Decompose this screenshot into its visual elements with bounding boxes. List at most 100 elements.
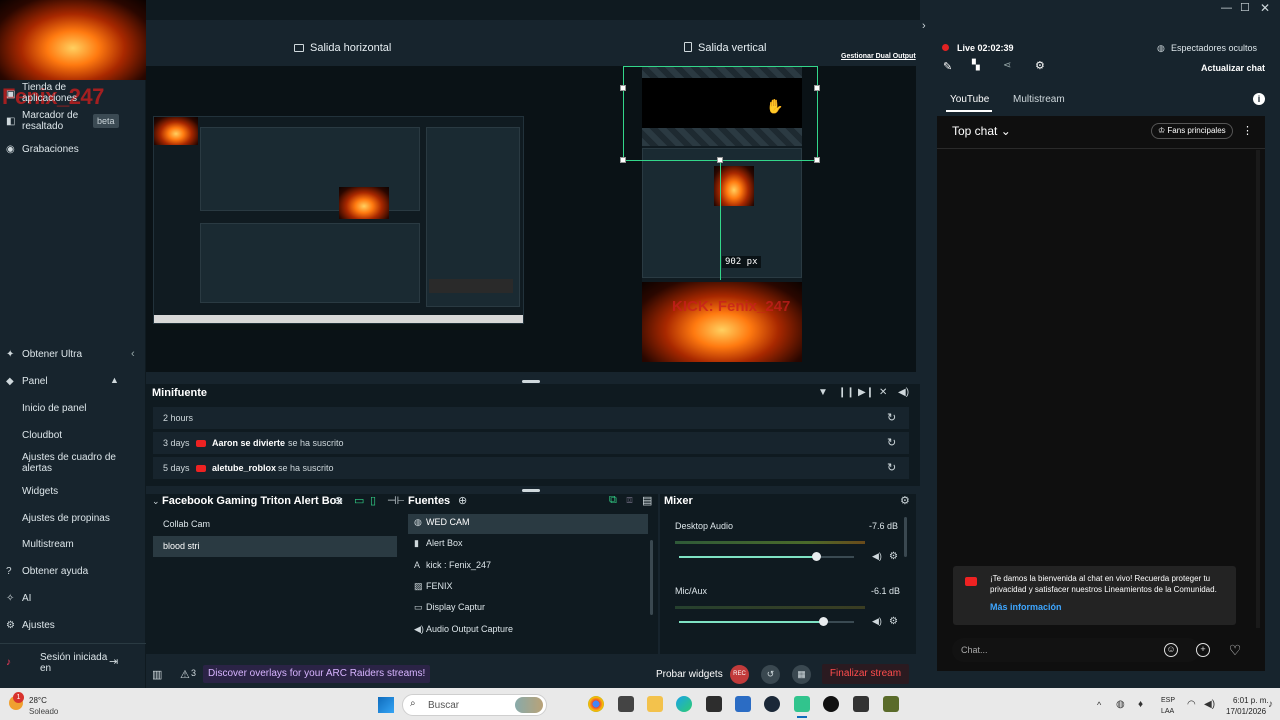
scene-collection-title[interactable]: Facebook Gaming Triton Alert Box — [162, 495, 343, 507]
chevron-right-icon[interactable]: › — [922, 20, 926, 32]
sidebar-subitem-multistream[interactable]: Multistream — [22, 539, 74, 550]
replay-buffer-button[interactable]: ↺ — [761, 665, 780, 684]
sidebar-item-get-ultra[interactable]: Obtener Ultra — [22, 349, 82, 360]
share-icon[interactable]: ⋖ — [1003, 60, 1011, 71]
language-indicator[interactable]: ESP — [1161, 697, 1175, 704]
chevron-down-icon[interactable]: ⌄ — [152, 496, 160, 507]
schedule-button[interactable]: ▦ — [792, 665, 811, 684]
end-stream-button[interactable]: Finalizar stream — [822, 664, 909, 684]
tab-multistream[interactable]: Multistream — [1013, 94, 1065, 105]
vertical-display-icon[interactable]: ▯ — [370, 494, 376, 507]
resize-handle[interactable] — [620, 85, 626, 91]
gear-icon[interactable]: ⚙ — [889, 616, 898, 627]
info-icon[interactable]: i — [1253, 93, 1265, 105]
source-item[interactable]: ▭ Display Captur — [414, 602, 485, 613]
app-icon[interactable] — [853, 696, 869, 712]
sidebar-item-help[interactable]: Obtener ayuda — [22, 566, 88, 577]
sidebar-subitem-cloudbot[interactable]: Cloudbot — [22, 430, 62, 441]
sidebar-item-panel[interactable]: Panel — [22, 376, 48, 387]
app-icon[interactable] — [618, 696, 634, 712]
steam-icon[interactable] — [764, 696, 780, 712]
chat-input[interactable]: Chat... — [952, 638, 1200, 662]
sidebar-item-highlighter[interactable]: Marcador de resaltado — [22, 110, 90, 132]
minimize-icon[interactable]: — — [1221, 2, 1232, 14]
gear-icon[interactable]: ⚙ — [900, 494, 910, 507]
vertical-output-label[interactable]: Salida vertical — [684, 42, 766, 54]
sidebar-subitem-alertbox[interactable]: Ajustes de cuadro de alertas — [22, 452, 122, 474]
add-scene-icon[interactable]: ⊕ — [334, 494, 343, 507]
warning-icon[interactable]: ⚠ — [180, 668, 190, 681]
filter-icon[interactable]: ▼ — [818, 387, 828, 398]
source-item[interactable]: ◍ WED CAM — [414, 517, 470, 528]
clock-time[interactable]: 6:01 p. m. — [1233, 696, 1269, 705]
replay-icon[interactable]: ↻ — [887, 411, 896, 424]
chat-scrollbar[interactable] — [1256, 150, 1260, 628]
record-button[interactable]: REC — [730, 665, 749, 684]
pause-icon[interactable]: ❙❙ — [838, 387, 855, 398]
top-fans-button[interactable]: ♔ Fans principales — [1151, 123, 1233, 139]
volume-slider-knob[interactable] — [819, 617, 828, 626]
chevron-up-icon[interactable]: ▲ — [110, 375, 119, 385]
test-widgets-label[interactable]: Probar widgets — [656, 669, 723, 680]
resize-handle[interactable] — [814, 157, 820, 163]
file-explorer-icon[interactable] — [647, 696, 663, 712]
close-icon[interactable]: ✕ — [1260, 1, 1270, 15]
source-item[interactable]: Akick : Fenix_247 — [414, 560, 491, 570]
pencil-icon[interactable]: ✎ — [943, 60, 952, 73]
source-item[interactable]: ◀) Audio Output Capture — [414, 624, 513, 635]
mute-alerts-icon[interactable]: ✕ — [879, 387, 887, 398]
emoji-icon[interactable]: ☺ — [1164, 643, 1178, 657]
hidden-viewers-label[interactable]: Espectadores ocultos — [1171, 43, 1257, 53]
streamlabs-icon[interactable] — [794, 696, 810, 712]
mixer-scrollbar[interactable] — [904, 517, 907, 557]
selection-box[interactable] — [623, 66, 818, 161]
volume-icon[interactable]: ◀) — [898, 387, 909, 398]
app-icon[interactable] — [735, 696, 751, 712]
splitter-handle[interactable] — [522, 489, 540, 492]
skip-icon[interactable]: ▶❙ — [858, 387, 874, 398]
horizontal-scene-preview[interactable] — [153, 116, 524, 324]
gear-icon[interactable]: ⚙ — [889, 551, 898, 562]
volume-icon[interactable]: ◀) — [1204, 699, 1215, 710]
windows-start-icon[interactable] — [378, 697, 394, 713]
add-source-icon[interactable]: ⊕ — [458, 494, 467, 507]
group-icon[interactable]: ⧈ — [626, 494, 633, 507]
sidebar-subitem-home[interactable]: Inicio de panel — [22, 403, 87, 414]
app-icon[interactable] — [823, 696, 839, 712]
source-item[interactable]: ▮ Alert Box — [414, 538, 463, 549]
maximize-icon[interactable]: ☐ — [1240, 1, 1250, 14]
splitter-handle[interactable] — [522, 380, 540, 383]
store-app-icon[interactable] — [706, 696, 722, 712]
chevron-up-icon[interactable]: ^ — [1097, 700, 1101, 710]
stats-icon[interactable]: ▥ — [152, 668, 162, 681]
horizontal-display-icon[interactable]: ▭ — [354, 494, 364, 507]
notifications-bell-icon[interactable]: ♪ — [1268, 699, 1273, 710]
sidebar-subitem-tips[interactable]: Ajustes de propinas — [22, 513, 110, 524]
discover-overlays-banner[interactable]: Discover overlays for your ARC Raiders s… — [203, 665, 431, 683]
sidebar-item-app-store[interactable]: Tienda de aplicaciones — [22, 82, 92, 104]
horizontal-output-label[interactable]: Salida horizontal — [294, 42, 391, 54]
source-selector-icon[interactable]: ⧉ — [609, 494, 617, 507]
resize-handle[interactable] — [814, 85, 820, 91]
keyboard-layout[interactable]: LAA — [1161, 708, 1174, 715]
mic-icon[interactable]: ♦ — [1138, 699, 1143, 710]
app-icon[interactable] — [883, 696, 899, 712]
refresh-chat-button[interactable]: Actualizar chat — [1201, 63, 1265, 73]
folder-icon[interactable]: ▤ — [642, 494, 652, 507]
collapse-sidebar-icon[interactable]: ‹ — [131, 348, 135, 360]
logout-icon[interactable]: ⇥ — [109, 655, 118, 668]
volume-slider-knob[interactable] — [812, 552, 821, 561]
gear-icon[interactable]: ⚙ — [1035, 59, 1045, 72]
tab-youtube[interactable]: YouTube — [950, 94, 989, 105]
clock-date[interactable]: 17/01/2026 — [1226, 707, 1266, 716]
scene-item[interactable]: Collab Cam — [163, 519, 210, 529]
wifi-icon[interactable]: ◠ — [1187, 699, 1196, 710]
sources-scrollbar[interactable] — [650, 540, 653, 615]
replay-icon[interactable]: ↻ — [887, 461, 896, 474]
speaker-icon[interactable]: ◀) — [872, 551, 882, 562]
manage-dual-output-link[interactable]: Gestionar Dual Output — [841, 53, 916, 60]
sidebar-item-settings[interactable]: Ajustes — [22, 620, 55, 631]
sidebar-item-ai[interactable]: AI — [22, 593, 31, 604]
sidebar-subitem-widgets[interactable]: Widgets — [22, 486, 58, 497]
speaker-icon[interactable]: ◀) — [872, 616, 882, 627]
